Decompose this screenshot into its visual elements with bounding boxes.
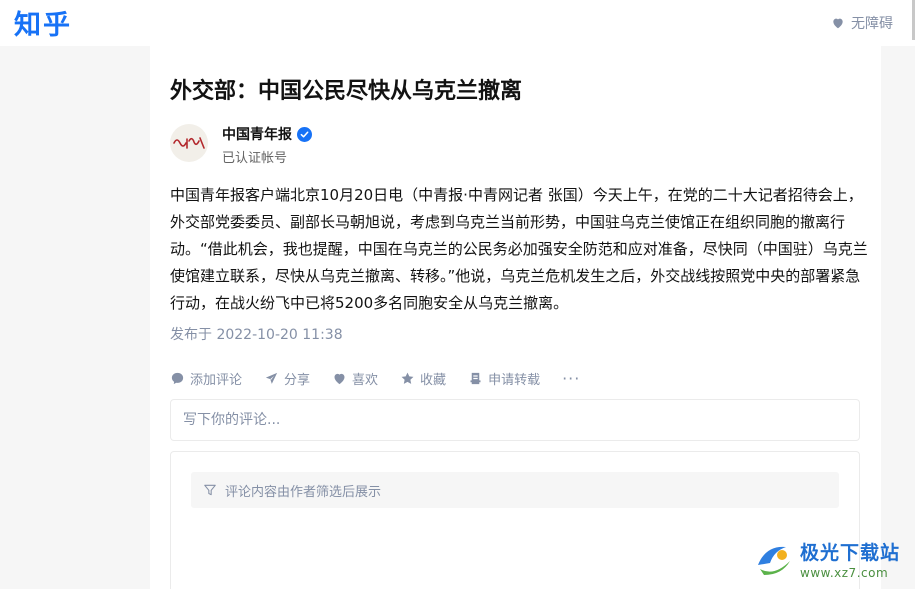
share-button[interactable]: 分享	[264, 369, 310, 388]
publish-time: 发布于 2022-10-20 11:38	[170, 327, 343, 343]
author-name[interactable]: 中国青年报	[222, 124, 312, 144]
comment-filter-text: 评论内容由作者筛选后展示	[225, 484, 382, 500]
share-label: 分享	[284, 373, 311, 388]
article-card: 外交部：中国公民尽快从乌克兰撤离 中国青年报 已认证帐号 中国青年报客户端北京1…	[150, 46, 881, 589]
filter-icon	[204, 484, 216, 496]
star-icon	[401, 372, 414, 384]
author-avatar[interactable]	[170, 124, 208, 162]
accessibility-button[interactable]: 无障碍	[831, 13, 893, 33]
watermark-url: www.xz7.com	[800, 566, 889, 580]
site-watermark: 极光下载站 www.xz7.com	[752, 532, 912, 586]
accessibility-label: 无障碍	[851, 16, 893, 32]
comment-icon	[171, 372, 184, 385]
copyright-icon	[470, 372, 481, 385]
comment-filter-notice: 评论内容由作者筛选后展示	[191, 472, 839, 508]
repost-request-label: 申请转载	[488, 373, 541, 388]
watermark-title: 极光下载站	[800, 542, 901, 564]
verified-icon	[297, 126, 312, 142]
comment-input[interactable]	[170, 399, 860, 441]
top-bar: 知乎 无障碍	[0, 0, 915, 46]
heart-icon	[334, 373, 345, 385]
author-name-text[interactable]: 中国青年报	[222, 124, 292, 144]
zhihu-logo[interactable]: 知乎	[14, 3, 72, 42]
newspaper-logo-icon	[173, 137, 205, 149]
author-verified-label: 已认证帐号	[222, 151, 288, 166]
action-bar: 添加评论 分享 喜欢 收藏 申请转载 ···	[170, 369, 580, 388]
favorite-label: 收藏	[420, 373, 447, 388]
add-comment-label: 添加评论	[190, 373, 243, 388]
repost-request-button[interactable]: 申请转载	[468, 369, 540, 388]
article-title: 外交部：中国公民尽快从乌克兰撤离	[170, 79, 523, 104]
add-comment-button[interactable]: 添加评论	[170, 369, 242, 388]
share-icon	[265, 372, 278, 384]
like-label: 喜欢	[352, 373, 379, 388]
heart-icon	[833, 18, 843, 29]
favorite-button[interactable]: 收藏	[400, 369, 446, 388]
more-options-button[interactable]: ···	[562, 369, 580, 388]
article-body: 中国青年报客户端北京10月20日电（中青报·中青网记者 张国）今天上午，在党的二…	[170, 186, 868, 312]
watermark-logo-icon	[758, 546, 790, 575]
like-button[interactable]: 喜欢	[332, 369, 378, 388]
